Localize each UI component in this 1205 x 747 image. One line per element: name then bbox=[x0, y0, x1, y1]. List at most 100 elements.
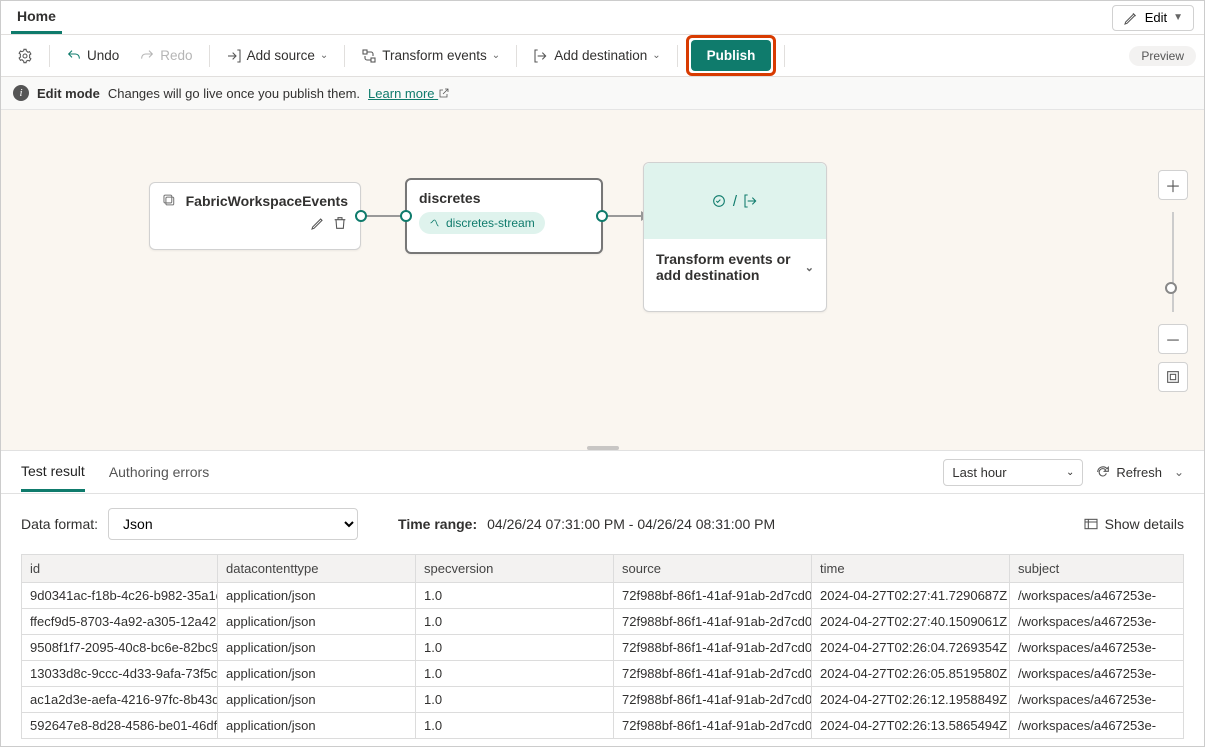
cell: application/json bbox=[218, 635, 416, 661]
time-range-select[interactable]: Last hour ⌄ bbox=[943, 459, 1083, 486]
cell: 2024-04-27T02:27:40.1509061Z bbox=[812, 609, 1010, 635]
cell: 2024-04-27T02:26:04.7269354Z bbox=[812, 635, 1010, 661]
cell: 72f988bf-86f1-41af-91ab-2d7cd01 bbox=[614, 635, 812, 661]
cell: application/json bbox=[218, 583, 416, 609]
login-icon bbox=[226, 48, 242, 64]
cell: 72f988bf-86f1-41af-91ab-2d7cd01 bbox=[614, 583, 812, 609]
cell: application/json bbox=[218, 661, 416, 687]
cell: ac1a2d3e-aefa-4216-97fc-8b43d70 bbox=[22, 687, 218, 713]
pencil-icon bbox=[1123, 10, 1139, 26]
chevron-down-icon: ⌄ bbox=[320, 50, 328, 61]
cell: 2024-04-27T02:26:12.1958849Z bbox=[812, 687, 1010, 713]
learn-more-link[interactable]: Learn more bbox=[368, 86, 450, 101]
stream-chip[interactable]: discretes-stream bbox=[419, 212, 545, 234]
add-destination-label: Add destination bbox=[554, 48, 647, 63]
stream-chip-label: discretes-stream bbox=[446, 216, 535, 230]
results-table-wrap: id datacontenttype specversion source ti… bbox=[1, 554, 1204, 739]
cell: 13033d8c-9ccc-4d33-9afa-73f5c95 bbox=[22, 661, 218, 687]
fit-screen-button[interactable] bbox=[1158, 362, 1188, 392]
logout-icon bbox=[533, 48, 549, 64]
trash-icon[interactable] bbox=[332, 215, 348, 231]
cell: application/json bbox=[218, 687, 416, 713]
undo-icon bbox=[66, 48, 82, 64]
cell: 1.0 bbox=[416, 583, 614, 609]
edit-label: Edit bbox=[1145, 10, 1167, 25]
add-destination-button[interactable]: Add destination ⌄ bbox=[525, 43, 668, 69]
chevron-down-icon[interactable]: ⌄ bbox=[805, 261, 814, 274]
table-row[interactable]: 9d0341ac-f18b-4c26-b982-35a1d1fapplicati… bbox=[22, 583, 1184, 609]
cell: /workspaces/a467253e- bbox=[1010, 609, 1184, 635]
col-source[interactable]: source bbox=[614, 555, 812, 583]
tab-home[interactable]: Home bbox=[11, 2, 62, 34]
output-port[interactable] bbox=[596, 210, 608, 222]
publish-button[interactable]: Publish bbox=[691, 40, 772, 71]
edit-mode-label: Edit mode bbox=[37, 86, 100, 101]
caret-down-icon: ▼ bbox=[1173, 12, 1183, 23]
add-source-button[interactable]: Add source ⌄ bbox=[218, 43, 337, 69]
col-contenttype[interactable]: datacontenttype bbox=[218, 555, 416, 583]
input-port[interactable] bbox=[400, 210, 412, 222]
source-node[interactable]: FabricWorkspaceEvents bbox=[149, 182, 361, 250]
destination-placeholder-node[interactable]: / Transform events or add destination ⌄ bbox=[643, 162, 827, 312]
table-row[interactable]: ac1a2d3e-aefa-4216-97fc-8b43d70applicati… bbox=[22, 687, 1184, 713]
slider-thumb[interactable] bbox=[1165, 282, 1177, 294]
edit-dropdown-button[interactable]: Edit ▼ bbox=[1112, 5, 1194, 31]
time-range-value: Last hour bbox=[952, 465, 1006, 480]
col-subject[interactable]: subject bbox=[1010, 555, 1184, 583]
transform-icon bbox=[711, 193, 727, 209]
cell: 1.0 bbox=[416, 609, 614, 635]
cell: 2024-04-27T02:27:41.7290687Z bbox=[812, 583, 1010, 609]
redo-button: Redo bbox=[131, 43, 200, 69]
cell: /workspaces/a467253e- bbox=[1010, 635, 1184, 661]
refresh-icon bbox=[1095, 464, 1111, 480]
cell: 1.0 bbox=[416, 713, 614, 739]
time-range-text: 04/26/24 07:31:00 PM - 04/26/24 08:31:00… bbox=[487, 516, 775, 532]
pencil-icon[interactable] bbox=[310, 215, 326, 231]
chevron-down-icon[interactable]: ⌄ bbox=[1174, 465, 1184, 479]
undo-button[interactable]: Undo bbox=[58, 43, 127, 69]
redo-icon bbox=[139, 48, 155, 64]
cell: application/json bbox=[218, 609, 416, 635]
tab-authoring-errors[interactable]: Authoring errors bbox=[109, 454, 209, 490]
show-details-button[interactable]: Show details bbox=[1083, 516, 1184, 532]
cell: 9d0341ac-f18b-4c26-b982-35a1d1f bbox=[22, 583, 218, 609]
output-port[interactable] bbox=[355, 210, 367, 222]
cell: 1.0 bbox=[416, 661, 614, 687]
transform-icon bbox=[361, 48, 377, 64]
zoom-out-button[interactable]: － bbox=[1158, 324, 1188, 354]
stream-title: discretes bbox=[419, 190, 589, 206]
refresh-button[interactable]: Refresh bbox=[1095, 464, 1162, 480]
cell: 72f988bf-86f1-41af-91ab-2d7cd01 bbox=[614, 713, 812, 739]
design-canvas[interactable]: FabricWorkspaceEvents discretes discrete… bbox=[1, 110, 1204, 450]
results-table: id datacontenttype specversion source ti… bbox=[21, 554, 1184, 739]
table-row[interactable]: 592647e8-8d28-4586-be01-46df52applicatio… bbox=[22, 713, 1184, 739]
data-format-select[interactable]: Json bbox=[108, 508, 358, 540]
table-header-row: id datacontenttype specversion source ti… bbox=[22, 555, 1184, 583]
info-icon: i bbox=[13, 85, 29, 101]
cell: 72f988bf-86f1-41af-91ab-2d7cd01 bbox=[614, 661, 812, 687]
zoom-slider[interactable] bbox=[1172, 212, 1174, 312]
transform-events-button[interactable]: Transform events ⌄ bbox=[353, 43, 508, 69]
chevron-down-icon: ⌄ bbox=[492, 50, 500, 61]
tab-test-result[interactable]: Test result bbox=[21, 453, 85, 492]
table-row[interactable]: 9508f1f7-2095-40c8-bc6e-82bc942applicati… bbox=[22, 635, 1184, 661]
add-source-label: Add source bbox=[247, 48, 315, 63]
col-id[interactable]: id bbox=[22, 555, 218, 583]
table-row[interactable]: 13033d8c-9ccc-4d33-9afa-73f5c95applicati… bbox=[22, 661, 1184, 687]
logout-icon bbox=[743, 193, 759, 209]
connector-line bbox=[605, 215, 641, 217]
details-icon bbox=[1083, 516, 1099, 532]
cell: 2024-04-27T02:26:05.8519580Z bbox=[812, 661, 1010, 687]
chevron-down-icon: ⌄ bbox=[1066, 467, 1074, 478]
stream-node[interactable]: discretes discretes-stream bbox=[405, 178, 603, 254]
settings-button[interactable] bbox=[9, 43, 41, 69]
cell: /workspaces/a467253e- bbox=[1010, 583, 1184, 609]
data-format-label: Data format: bbox=[21, 516, 98, 532]
cell: 9508f1f7-2095-40c8-bc6e-82bc942 bbox=[22, 635, 218, 661]
zoom-in-button[interactable]: ＋ bbox=[1158, 170, 1188, 200]
resize-handle[interactable] bbox=[587, 446, 619, 450]
col-time[interactable]: time bbox=[812, 555, 1010, 583]
col-specversion[interactable]: specversion bbox=[416, 555, 614, 583]
chevron-down-icon: ⌄ bbox=[652, 50, 660, 61]
table-row[interactable]: ffecf9d5-8703-4a92-a305-12a423bapplicati… bbox=[22, 609, 1184, 635]
